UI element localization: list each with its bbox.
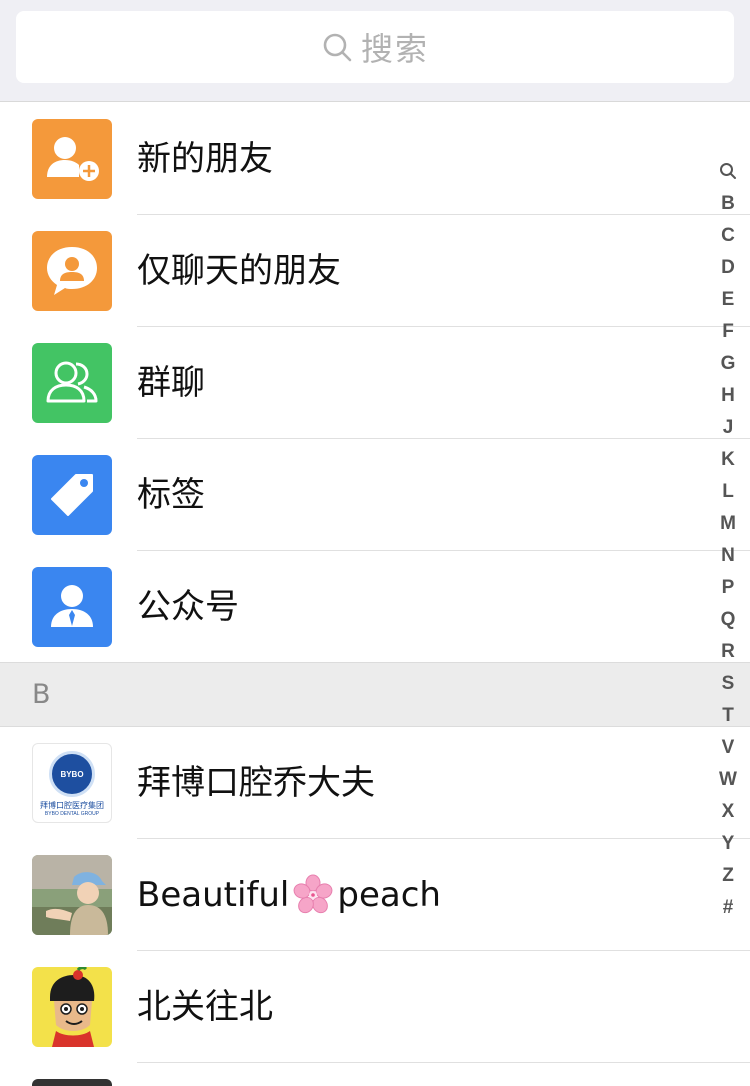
index-letter[interactable]: P (706, 572, 750, 604)
official-account-icon (32, 567, 112, 647)
index-letter[interactable]: W (706, 764, 750, 796)
contact-name: 拜博口腔乔大夫 (137, 763, 375, 803)
index-letter[interactable]: Y (706, 828, 750, 860)
index-letter[interactable]: # (706, 892, 750, 924)
baby-photo (32, 855, 112, 935)
search-placeholder: 搜索 (360, 30, 429, 68)
index-letter[interactable]: N (706, 540, 750, 572)
group-chat-icon (32, 343, 112, 423)
index-letter[interactable]: X (706, 796, 750, 828)
new-friends-label: 新的朋友 (137, 139, 273, 179)
chat-only-friend-icon (32, 231, 112, 311)
index-letter[interactable]: M (706, 508, 750, 540)
add-friend-icon (32, 119, 112, 199)
chat-only-friends-label: 仅聊天的朋友 (137, 251, 341, 291)
section-letter: B (32, 679, 51, 710)
index-letter[interactable]: S (706, 668, 750, 700)
index-letter[interactable]: Q (706, 604, 750, 636)
divider (137, 1062, 750, 1063)
alphabet-index-bar[interactable]: B C D E F G H J K L M N P Q R S T V W X Y Z # (706, 156, 750, 924)
section-header-b: B (0, 662, 750, 727)
partial-contact-avatar (32, 1079, 112, 1086)
index-letter[interactable]: V (706, 732, 750, 764)
bybo-dental-logo: BYBO 拜博口腔医疗集团 BYBO DENTAL GROUP (32, 743, 112, 823)
index-search-icon[interactable] (706, 156, 750, 188)
index-letter[interactable]: B (706, 188, 750, 220)
tags-label: 标签 (137, 475, 205, 515)
index-letter[interactable]: Z (706, 860, 750, 892)
tags-item[interactable]: 标签 (0, 439, 750, 551)
bybo-badge: BYBO (49, 751, 95, 797)
contact-item[interactable]: 北关往北 (0, 951, 750, 1063)
contact-name: Beautiful peach (137, 874, 441, 915)
group-chats-item[interactable]: 群聊 (0, 327, 750, 439)
index-letter[interactable]: J (706, 412, 750, 444)
index-letter[interactable]: F (706, 316, 750, 348)
new-friends-item[interactable]: 新的朋友 (0, 103, 750, 215)
contact-item[interactable]: Beautiful peach (0, 839, 750, 951)
contact-item[interactable]: BYBO 拜博口腔医疗集团 BYBO DENTAL GROUP 拜博口腔乔大夫 (0, 727, 750, 839)
index-letter[interactable]: L (706, 476, 750, 508)
index-letter[interactable]: R (706, 636, 750, 668)
index-letter[interactable]: C (706, 220, 750, 252)
contact-name: 北关往北 (137, 987, 273, 1027)
index-letter[interactable]: K (706, 444, 750, 476)
chat-only-friends-item[interactable]: 仅聊天的朋友 (0, 215, 750, 327)
search-input[interactable]: 搜索 (16, 11, 734, 83)
index-letter[interactable]: G (706, 348, 750, 380)
search-icon (323, 33, 352, 62)
cartoon-boy-avatar (32, 967, 112, 1047)
official-accounts-label: 公众号 (137, 587, 239, 627)
index-letter[interactable]: T (706, 700, 750, 732)
index-letter[interactable]: D (706, 252, 750, 284)
cherry-blossom-icon (293, 874, 333, 914)
group-chats-label: 群聊 (137, 363, 205, 403)
index-letter[interactable]: E (706, 284, 750, 316)
index-letter[interactable]: H (706, 380, 750, 412)
tag-icon (32, 455, 112, 535)
official-accounts-item[interactable]: 公众号 (0, 551, 750, 663)
search-bar: 搜索 (0, 0, 750, 102)
